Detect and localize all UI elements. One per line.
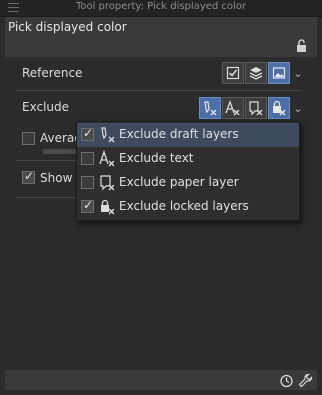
layers-stack-icon[interactable] [245,62,267,84]
exclude-label: Exclude [22,100,70,114]
dropdown-item-exclude-draft[interactable]: Exclude draft layers [77,123,299,147]
exclude-draft-icon[interactable] [199,97,221,119]
draft-layer-icon [101,127,115,143]
exclude-dropdown-chevron-icon[interactable]: ⌄ [291,97,305,119]
exclude-locked-icon[interactable] [268,97,290,119]
dropdown-item-label: Exclude text [119,151,194,165]
exclude-paper-checkbox[interactable] [81,176,94,189]
tool-header: Pick displayed color [5,17,317,57]
wrench-icon[interactable] [298,373,313,388]
exclude-draft-checkbox[interactable] [81,126,94,141]
dropdown-item-label: Exclude paper layer [119,175,239,189]
text-layer-icon [99,150,115,167]
reference-dropdown-chevron-icon[interactable]: ⌄ [291,62,305,84]
checkbox-all-layers-icon[interactable] [222,62,244,84]
dropdown-item-exclude-paper[interactable]: Exclude paper layer [77,171,299,195]
unlock-icon[interactable] [295,39,309,53]
reference-label: Reference [22,66,83,80]
divider [17,90,301,91]
dropdown-item-exclude-locked[interactable]: Exclude locked layers [77,195,299,219]
exclude-paper-icon[interactable] [245,97,267,119]
dropdown-item-label: Exclude draft layers [119,127,239,141]
exclude-locked-checkbox[interactable] [81,198,94,213]
reference-selector[interactable]: ⌄ [222,61,305,85]
show-checkbox[interactable] [22,169,35,184]
image-layer-icon[interactable] [268,62,290,84]
exclude-text-icon[interactable] [222,97,244,119]
dropdown-item-label: Exclude locked layers [119,199,249,213]
window-title: Tool property: Pick displayed color [75,1,247,12]
exclude-dropdown-menu: Exclude draft layers Exclude text Exclud… [76,121,300,221]
exclude-text-checkbox[interactable] [81,152,94,165]
average-slider[interactable] [43,149,77,154]
paper-layer-icon [100,175,115,191]
tool-name: Pick displayed color [8,20,127,34]
dropdown-item-exclude-text[interactable]: Exclude text [77,147,299,171]
average-checkbox[interactable] [22,132,35,145]
locked-layer-icon [101,199,115,215]
exclude-selector[interactable]: ⌄ [199,96,305,120]
panel-footer [5,370,317,390]
timer-icon[interactable] [279,373,294,388]
title-bar: Tool property: Pick displayed color [0,0,322,17]
